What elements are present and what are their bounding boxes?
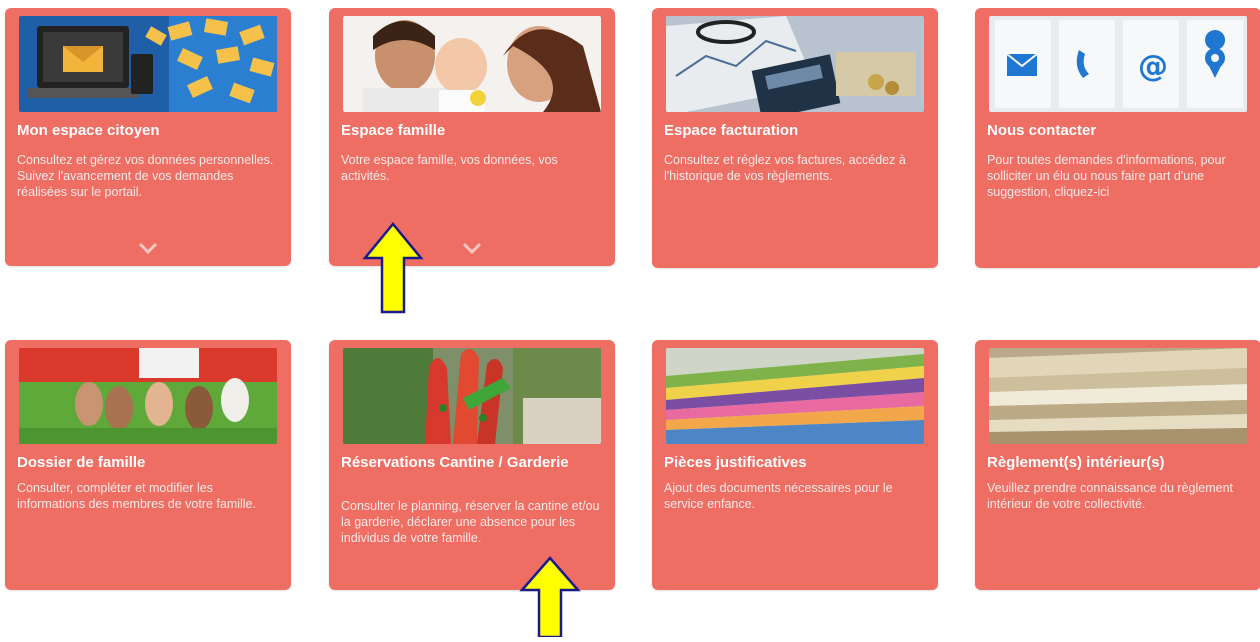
card-description: Consultez et réglez vos factures, accéde… — [664, 153, 906, 183]
chevron-down-icon[interactable] — [462, 242, 482, 254]
card-title: Dossier de famille — [17, 454, 146, 471]
card-pieces-justificatives[interactable]: Pièces justificatives Ajout des document… — [652, 340, 938, 590]
family-photo-image — [343, 16, 601, 112]
chevron-down-icon[interactable] — [138, 242, 158, 254]
children-feet-grass-image — [19, 348, 277, 444]
invoices-calculator-image — [666, 16, 924, 112]
yellow-arrow-up-icon — [362, 222, 424, 314]
envelopes-laptop-image — [19, 16, 277, 112]
card-description: Consultez et gérez vos données personnel… — [17, 153, 274, 199]
card-title: Nous contacter — [987, 122, 1097, 139]
card-description: Pour toutes demandes d'informations, pou… — [987, 153, 1226, 199]
card-title: Espace famille — [341, 122, 446, 139]
card-description: Consulter le planning, réserver la canti… — [341, 499, 600, 545]
card-description: Consulter, compléter et modifier les inf… — [17, 481, 256, 511]
paper-stack-image — [989, 348, 1247, 444]
contact-icons-image: @ — [989, 16, 1247, 112]
card-dossier-de-famille[interactable]: Dossier de famille Consulter, compléter … — [5, 340, 291, 590]
yellow-arrow-up-icon — [519, 556, 581, 639]
card-title: Mon espace citoyen — [17, 122, 160, 139]
card-mon-espace-citoyen[interactable]: Mon espace citoyen Consultez et gérez vo… — [5, 8, 291, 266]
card-title: Réservations Cantine / Garderie — [341, 454, 569, 471]
card-description: Ajout des documents nécessaires pour le … — [664, 481, 893, 511]
colored-folders-image — [666, 348, 924, 444]
card-description: Veuillez prendre connaissance du règleme… — [987, 481, 1233, 511]
card-description: Votre espace famille, vos données, vos a… — [341, 153, 558, 183]
card-title: Espace facturation — [664, 122, 799, 139]
card-title: Règlement(s) intérieur(s) — [987, 454, 1165, 471]
painted-hands-image — [343, 348, 601, 444]
card-reglements-interieurs[interactable]: Règlement(s) intérieur(s) Veuillez prend… — [975, 340, 1260, 590]
svg-text:@: @ — [1138, 49, 1168, 84]
card-espace-facturation[interactable]: Espace facturation Consultez et réglez v… — [652, 8, 938, 268]
card-nous-contacter[interactable]: @ Nous contacter Pour toutes demandes d'… — [975, 8, 1260, 268]
card-reservations-cantine-garderie[interactable]: Réservations Cantine / Garderie Consulte… — [329, 340, 615, 590]
card-title: Pièces justificatives — [664, 454, 807, 471]
